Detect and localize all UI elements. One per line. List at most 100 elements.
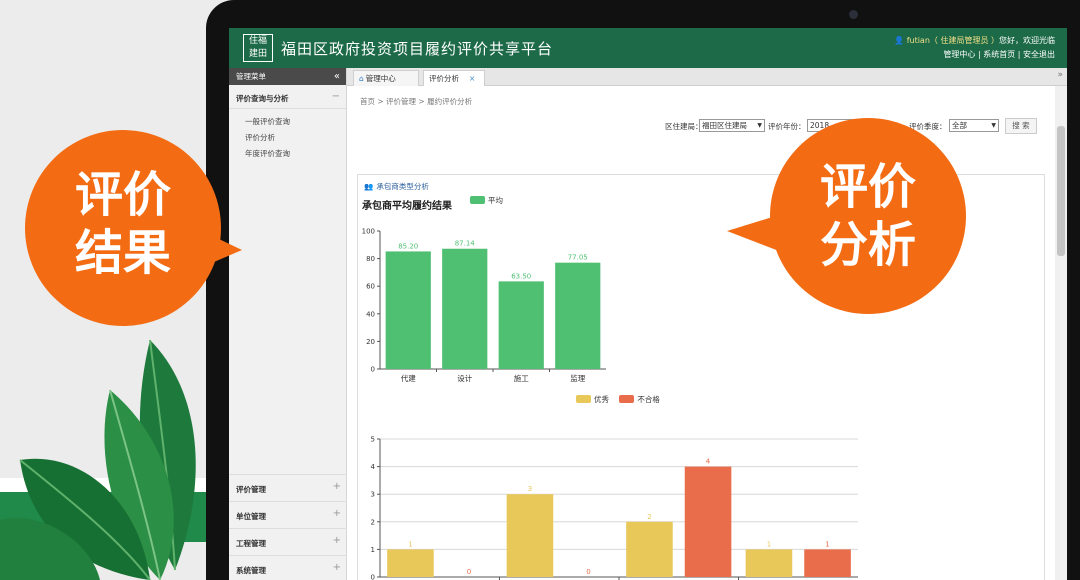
y-tick-label: 60 [366, 283, 375, 291]
quarter-select[interactable]: 全部 ▼ [949, 119, 999, 132]
bar [555, 262, 601, 369]
sidebar-item-annual-query[interactable]: 年度评价查询 [229, 146, 346, 162]
sidebar-section-project-management[interactable]: 工程管理 + [229, 528, 347, 555]
filter-bar: 区住建局： 福田区住建局 ▼ 评价年份： 2018 评价季度： 全部 ▼ 搜 索 [347, 116, 1055, 136]
data-label: 0 [586, 568, 590, 576]
x-tick-label: 施工 [514, 373, 529, 383]
sidebar-heading: 管理菜单 « [229, 68, 346, 85]
link-logout[interactable]: 安全退出 [1023, 50, 1055, 59]
camera-dot [849, 10, 858, 19]
sidebar-item-evaluation-analysis[interactable]: 评价分析 [229, 130, 346, 146]
sidebar: 管理菜单 « 评价查询与分析 − 一般评价查询 评价分析 年度评价查询 评价管理… [229, 68, 347, 580]
x-tick-label: 监理 [570, 373, 585, 383]
sidebar-section-label: 评价查询与分析 [236, 94, 289, 103]
sidebar-section-label: 评价管理 [236, 485, 266, 494]
user-name: futian [906, 36, 930, 45]
bar [385, 251, 431, 369]
user-icon: 👤 [894, 36, 905, 45]
vertical-scrollbar[interactable] [1055, 86, 1067, 580]
bureau-select-value: 福田区住建局 [702, 121, 747, 130]
data-label: 1 [408, 540, 412, 548]
home-icon: ⌂ [359, 74, 364, 83]
tab-label: 评价分析 [429, 74, 459, 83]
user-role: （ 住建局管理员 ） [929, 36, 999, 45]
greeting-text: 您好，欢迎光临 [999, 36, 1055, 45]
chart1-legend: 平均 [470, 195, 503, 206]
breadcrumb: 首页 > 评价管理 > 履约评价分析 [360, 97, 473, 106]
tab-label: 管理中心 [365, 74, 396, 83]
close-icon[interactable]: × [469, 74, 475, 83]
callout-left-line2: 结果 [74, 225, 171, 281]
data-label: 63.50 [511, 272, 531, 280]
callout-left-line1: 评价 [74, 167, 171, 223]
user-info: 👤 futian（ 住建局管理员 ）您好，欢迎光临 [894, 35, 1055, 46]
panel-tab-label: 承包商类型分析 [376, 182, 429, 191]
year-label: 评价年份： [768, 122, 806, 131]
y-tick-label: 1 [371, 546, 375, 554]
app-screen: 住福 建田 福田区政府投资项目履约评价共享平台 👤 futian（ 住建局管理员… [229, 28, 1067, 580]
y-tick-label: 40 [366, 310, 375, 318]
plant-leaves-decoration [0, 339, 196, 580]
data-label: 87.14 [455, 240, 476, 248]
callout-evaluation-results: 评价 结果 [25, 130, 221, 326]
tab-admin-center[interactable]: ⌂ 管理中心 [353, 70, 419, 86]
sidebar-section-label: 单位管理 [236, 512, 266, 521]
sidebar-item-general-query[interactable]: 一般评价查询 [229, 114, 346, 130]
link-admin-center[interactable]: 管理中心 [943, 50, 975, 59]
callout-right-line2: 分析 [819, 217, 916, 273]
chart-title: 承包商平均履约结果 [362, 201, 452, 212]
sidebar-section-unit-management[interactable]: 单位管理 + [229, 501, 347, 528]
y-tick-label: 0 [371, 574, 375, 580]
sidebar-section-label: 系统管理 [236, 566, 266, 575]
callout-evaluation-analysis: 评价 分析 [770, 118, 966, 314]
bureau-label: 区住建局： [665, 122, 703, 131]
search-button[interactable]: 搜 索 [1005, 118, 1037, 134]
y-tick-label: 20 [366, 338, 375, 346]
expand-icon[interactable]: + [333, 508, 341, 519]
data-label: 4 [706, 458, 711, 466]
data-label: 2 [647, 513, 651, 521]
data-label: 1 [825, 540, 829, 548]
y-tick-label: 3 [371, 491, 375, 499]
header-links: 管理中心 | 系统首页 | 安全退出 [943, 50, 1055, 59]
sidebar-heading-label: 管理菜单 [236, 72, 266, 81]
y-tick-label: 2 [371, 518, 375, 526]
collapse-icon[interactable]: − [332, 91, 340, 102]
bar [804, 549, 851, 577]
bar [498, 281, 544, 369]
expand-icon[interactable]: + [333, 535, 341, 546]
expand-icon[interactable]: + [333, 562, 341, 573]
data-label: 1 [767, 540, 771, 548]
bar [745, 549, 793, 577]
sidebar-section-evaluation-management[interactable]: 评价管理 + [229, 474, 347, 501]
data-label: 0 [467, 568, 471, 576]
bar [684, 466, 732, 577]
data-label: 3 [528, 485, 532, 493]
scrollbar-thumb[interactable] [1057, 126, 1065, 256]
tab-evaluation-analysis[interactable]: 评价分析 × [423, 70, 485, 86]
quarter-select-value: 全部 [952, 121, 967, 130]
data-label: 85.20 [398, 242, 418, 250]
link-system-home[interactable]: 系统首页 [983, 50, 1015, 59]
bar [506, 494, 554, 577]
chevron-down-icon[interactable]: » [1057, 70, 1063, 80]
expand-icon[interactable]: + [333, 481, 341, 492]
bar [387, 549, 434, 577]
logo-icon: 住福 建田 [243, 34, 273, 62]
sidebar-section-system-management[interactable]: 系统管理 + [229, 555, 347, 580]
bureau-select[interactable]: 福田区住建局 ▼ [699, 119, 765, 132]
y-tick-label: 5 [371, 436, 375, 444]
x-tick-label: 设计 [457, 373, 472, 383]
average-performance-chart: 0 20 40 60 80 100 代建 85.20 设计 87.14 施工 63.50 监理 77.05 [362, 228, 606, 383]
chevron-down-icon: ▼ [991, 122, 996, 129]
legend-swatch-average [470, 196, 485, 204]
collapse-sidebar-icon[interactable]: « [334, 68, 340, 85]
sidebar-bottom-sections: 评价管理 + 单位管理 + 工程管理 + 系统管理 + [229, 474, 347, 580]
app-title: 福田区政府投资项目履约评价共享平台 [281, 40, 554, 58]
sidebar-submenu: 一般评价查询 评价分析 年度评价查询 [229, 109, 346, 162]
grade-count-chart: 012345代建10设计30施工24监理11 [371, 436, 858, 580]
panel-tab-contractor-type[interactable]: 👥 承包商类型分析 [364, 181, 429, 192]
sidebar-section-evaluation-query[interactable]: 评价查询与分析 − [229, 85, 346, 109]
app-header: 住福 建田 福田区政府投资项目履约评价共享平台 👤 futian（ 住建局管理员… [229, 28, 1067, 68]
data-label: 77.05 [568, 254, 588, 262]
